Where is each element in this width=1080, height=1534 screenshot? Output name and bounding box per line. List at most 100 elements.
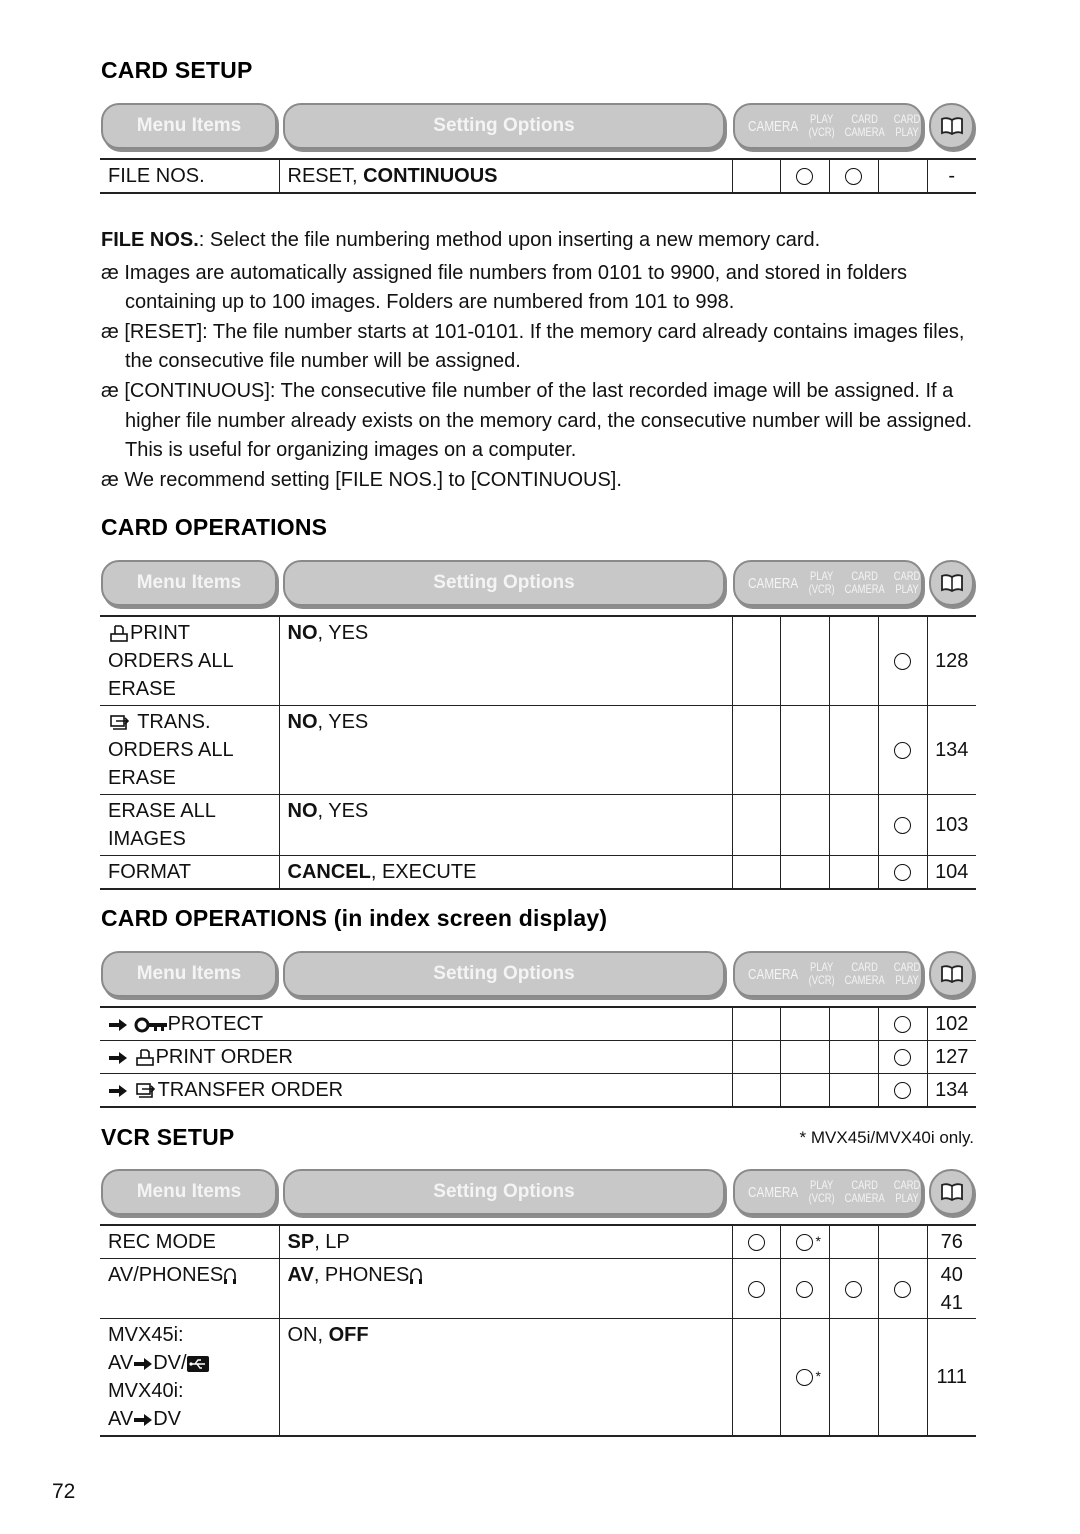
table-row: PROTECT 102 bbox=[100, 1006, 976, 1041]
mode-cell bbox=[828, 794, 879, 856]
bullet-item: æ We recommend setting [FILE NOS.] to [C… bbox=[101, 468, 622, 491]
table-row: ERASE ALL IMAGES NO, YES 103 bbox=[100, 794, 976, 856]
available-circle-icon: * bbox=[796, 1233, 821, 1252]
mode-cell bbox=[828, 158, 879, 194]
table-row: TRANSFER ORDER 134 bbox=[100, 1073, 976, 1108]
mode-cell bbox=[828, 855, 879, 890]
page-reference-header bbox=[929, 1169, 974, 1215]
mode-label-play-vcr: PLAY (VCR) bbox=[808, 960, 835, 987]
available-circle-icon bbox=[894, 1049, 911, 1067]
mode-cell bbox=[877, 855, 928, 890]
available-circle-icon bbox=[894, 864, 911, 882]
setting-options: ON, OFF bbox=[278, 1318, 733, 1437]
file-nos-description: FILE NOS.: Select the file numbering met… bbox=[101, 226, 981, 495]
mode-cell bbox=[731, 1258, 781, 1319]
print-order-icon bbox=[135, 1048, 154, 1066]
table-row: FILE NOS. RESET, CONTINUOUS - bbox=[100, 158, 976, 194]
mode-cell bbox=[828, 1006, 879, 1041]
mode-columns-header: CAMERA PLAY (VCR) CARD CAMERA CARD PLAY bbox=[733, 560, 923, 606]
menu-item-av-dv: MVX45i: AV DV/ MVX40i: AV DV bbox=[100, 1318, 280, 1437]
mode-cell bbox=[731, 1224, 781, 1259]
mode-cell bbox=[731, 1006, 781, 1041]
default-option: CONTINUOUS bbox=[363, 165, 498, 187]
page-reference: 128 bbox=[926, 615, 976, 706]
menu-items-header: Menu Items bbox=[101, 1169, 277, 1215]
asterisk-note: * bbox=[815, 1368, 821, 1385]
book-icon bbox=[940, 965, 963, 984]
headphones-icon bbox=[410, 1267, 423, 1284]
print-order-icon bbox=[110, 624, 128, 642]
mode-cell bbox=[779, 855, 830, 890]
table-row: MVX45i: AV DV/ MVX40i: AV DV ON, OFF * 111 bbox=[100, 1318, 976, 1437]
mode-cell bbox=[828, 1040, 879, 1074]
setting-options-header: Setting Options bbox=[283, 103, 725, 149]
menu-items-header: Menu Items bbox=[101, 560, 277, 606]
setting-options: NO, YES bbox=[278, 615, 733, 706]
bullet-item: æ [CONTINUOUS]: The consecutive file num… bbox=[101, 379, 973, 462]
description-lead: FILE NOS.: Select the file numbering met… bbox=[101, 229, 821, 251]
page-reference: 104 bbox=[926, 855, 976, 890]
card-setup-table: FILE NOS. RESET, CONTINUOUS - bbox=[100, 158, 976, 194]
footnote: * MVX45i/MVX40i only. bbox=[799, 1128, 974, 1147]
available-circle-icon bbox=[894, 1082, 911, 1100]
page-reference: 111 bbox=[926, 1318, 976, 1437]
arrow-right-icon bbox=[134, 1413, 153, 1426]
setting-options: CANCEL, EXECUTE bbox=[278, 855, 733, 890]
mode-cell bbox=[877, 1258, 928, 1319]
mode-label-card-camera: CARD CAMERA bbox=[844, 112, 885, 139]
table-header-bar: Menu Items Setting Options CAMERA PLAY (V… bbox=[100, 1167, 976, 1219]
vcr-setup-table: REC MODE SP, LP * 76 AV/PHONES AV, PHONE… bbox=[100, 1224, 976, 1437]
available-circle-icon bbox=[796, 1280, 813, 1298]
available-circle-icon bbox=[894, 1016, 911, 1034]
available-circle-icon bbox=[894, 742, 911, 760]
table-row: PRINT ORDERS ALL ERASE NO, YES 128 bbox=[100, 615, 976, 706]
mode-cell bbox=[828, 1073, 879, 1108]
mode-cell bbox=[877, 794, 928, 856]
page-reference: 134 bbox=[926, 705, 976, 795]
page-reference: 103 bbox=[926, 794, 976, 856]
menu-item-rec-mode: REC MODE bbox=[100, 1224, 280, 1259]
asterisk-note: * bbox=[815, 1233, 821, 1250]
setting-options-header: Setting Options bbox=[283, 951, 725, 997]
available-circle-icon bbox=[796, 168, 813, 186]
mode-cell bbox=[731, 794, 781, 856]
page-reference: 40 41 bbox=[926, 1258, 976, 1319]
section-title-card-operations-index: CARD OPERATIONS (in index screen display… bbox=[101, 905, 608, 931]
mode-label-card-camera: CARD CAMERA bbox=[844, 1178, 885, 1205]
page-reference-header bbox=[929, 951, 974, 997]
available-circle-icon: * bbox=[796, 1368, 821, 1387]
page-reference: 127 bbox=[926, 1040, 976, 1074]
mode-label-card-camera: CARD CAMERA bbox=[844, 569, 885, 596]
mode-cell bbox=[877, 705, 928, 795]
mode-cell bbox=[828, 1258, 879, 1319]
mode-cell bbox=[731, 615, 781, 706]
mode-cell bbox=[779, 1258, 830, 1319]
mode-cell bbox=[779, 158, 830, 194]
mode-cell bbox=[779, 1040, 830, 1074]
mode-label-camera: CAMERA bbox=[748, 574, 799, 592]
section-title-card-operations: CARD OPERATIONS bbox=[101, 514, 328, 540]
page-reference: - bbox=[926, 158, 976, 194]
book-icon bbox=[940, 117, 963, 136]
mode-cell bbox=[828, 615, 879, 706]
table-row: PRINT ORDER 127 bbox=[100, 1040, 976, 1074]
page-reference: 102 bbox=[926, 1006, 976, 1041]
mode-columns-header: CAMERA PLAY (VCR) CARD CAMERA CARD PLAY bbox=[733, 951, 923, 997]
mode-label-camera: CAMERA bbox=[748, 117, 799, 135]
available-circle-icon bbox=[747, 1280, 765, 1298]
menu-item-file-nos: FILE NOS. bbox=[100, 158, 280, 194]
arrow-right-icon bbox=[109, 1018, 127, 1031]
menu-item-erase-all-images: ERASE ALL IMAGES bbox=[100, 794, 280, 856]
setting-options: NO, YES bbox=[278, 705, 733, 795]
mode-cell bbox=[877, 1006, 928, 1041]
mode-cell bbox=[731, 1040, 781, 1074]
setting-options: SP, LP bbox=[278, 1224, 733, 1259]
menu-item-av-phones: AV/PHONES bbox=[100, 1258, 280, 1319]
table-row: REC MODE SP, LP * 76 bbox=[100, 1224, 976, 1259]
page-reference-header bbox=[929, 103, 974, 149]
menu-item-protect: PROTECT bbox=[100, 1006, 733, 1041]
setting-options: AV, PHONES bbox=[278, 1258, 733, 1319]
book-icon bbox=[940, 1183, 963, 1202]
mode-cell bbox=[731, 1318, 781, 1437]
menu-item-format: FORMAT bbox=[100, 855, 280, 890]
